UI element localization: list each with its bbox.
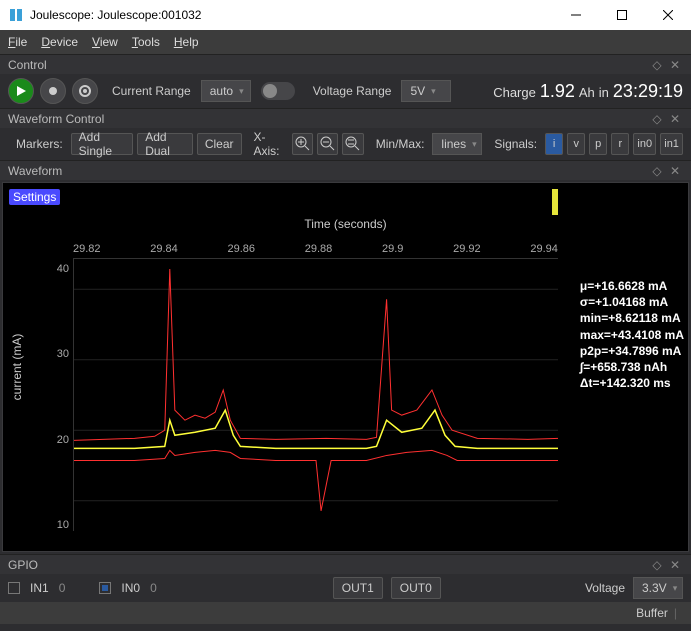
signal-in0-button[interactable]: in0 [633, 133, 656, 155]
menu-device[interactable]: Device [41, 35, 78, 49]
in1-label: IN1 [30, 581, 49, 595]
signal-p-button[interactable]: p [589, 133, 607, 155]
panel-title: GPIO [8, 558, 38, 572]
voltage-label: Voltage [585, 581, 625, 595]
menubar: File Device View Tools Help [0, 30, 691, 54]
buffer-label: Buffer [636, 606, 668, 620]
voltage-range-combo[interactable]: 5V▾ [401, 80, 451, 102]
y-axis-label: current (mA) [10, 334, 24, 401]
control-panel-header: Control ◇ ✕ [0, 54, 691, 74]
current-range-combo[interactable]: auto▾ [201, 80, 251, 102]
gpio-header: GPIO ◇ ✕ [0, 554, 691, 574]
signal-i-button[interactable]: i [545, 133, 563, 155]
in1-checkbox[interactable] [8, 582, 20, 594]
waveform-header: Waveform ◇ ✕ [0, 160, 691, 180]
minmax-combo[interactable]: lines▾ [432, 133, 482, 155]
chevron-down-icon: ▾ [239, 86, 244, 97]
window-title: Joulescope: Joulescope:001032 [30, 8, 201, 22]
waveform-control-row: Markers: Add Single Add Dual Clear X-Axi… [0, 128, 691, 160]
clear-button[interactable]: Clear [197, 133, 242, 155]
zoom-fit-button[interactable] [342, 133, 363, 155]
panel-close-icon[interactable]: ✕ [667, 112, 683, 126]
waveform-control-header: Waveform Control ◇ ✕ [0, 108, 691, 128]
record-button[interactable] [40, 78, 66, 104]
zoom-out-button[interactable] [317, 133, 338, 155]
in0-value: 0 [150, 581, 157, 595]
y-ticks: 40302010 [43, 263, 69, 531]
control-row: Current Range auto▾ Voltage Range 5V▾ Ch… [0, 74, 691, 108]
out1-button[interactable]: OUT1 [333, 577, 383, 599]
panel-title: Waveform Control [8, 112, 104, 126]
menu-file[interactable]: File [8, 35, 27, 49]
charge-display: Charge 1.92 Ah in 23:29:19 [493, 81, 683, 102]
signal-r-button[interactable]: r [611, 133, 629, 155]
play-button[interactable] [8, 78, 34, 104]
panel-undock-icon[interactable]: ◇ [649, 58, 665, 72]
chevron-down-icon: ▾ [431, 86, 436, 97]
plot-area[interactable] [73, 258, 558, 531]
markers-label: Markers: [16, 137, 63, 151]
chevron-down-icon: ▾ [673, 583, 678, 594]
settings-button[interactable]: Settings [9, 189, 60, 205]
panel-close-icon[interactable]: ✕ [667, 58, 683, 72]
gpio-row: IN1 0 IN0 0 OUT1 OUT0 Voltage 3.3V▾ [0, 574, 691, 602]
status-bar: Buffer | [0, 602, 691, 624]
signals-label: Signals: [494, 137, 537, 151]
panel-title: Waveform [8, 164, 62, 178]
titlebar: Joulescope: Joulescope:001032 [0, 0, 691, 30]
panel-undock-icon[interactable]: ◇ [649, 164, 665, 178]
app-logo-icon [8, 7, 24, 23]
out0-button[interactable]: OUT0 [391, 577, 441, 599]
separator: | [674, 606, 677, 620]
voltage-combo[interactable]: 3.3V▾ [633, 577, 683, 599]
panel-undock-icon[interactable]: ◇ [649, 558, 665, 572]
add-single-button[interactable]: Add Single [71, 133, 134, 155]
panel-close-icon[interactable]: ✕ [667, 164, 683, 178]
in0-checkbox[interactable] [99, 582, 111, 594]
signal-v-button[interactable]: v [567, 133, 585, 155]
cursor-marker[interactable] [552, 189, 558, 215]
enable-toggle[interactable] [261, 82, 295, 100]
menu-help[interactable]: Help [174, 35, 199, 49]
menu-tools[interactable]: Tools [132, 35, 160, 49]
panel-title: Control [8, 58, 47, 72]
panel-undock-icon[interactable]: ◇ [649, 112, 665, 126]
zoom-in-button[interactable] [292, 133, 313, 155]
close-button[interactable] [645, 0, 691, 30]
add-dual-button[interactable]: Add Dual [137, 133, 193, 155]
waveform-area[interactable]: Settings Time (seconds) current (mA) 29.… [2, 182, 689, 552]
maximize-button[interactable] [599, 0, 645, 30]
minimize-button[interactable] [553, 0, 599, 30]
chart-title: Time (seconds) [304, 217, 386, 231]
stats-overlay: μ=+16.6628 mA σ=+1.04168 mA min=+8.62118… [580, 278, 684, 391]
menu-view[interactable]: View [92, 35, 118, 49]
x-ticks: 29.8229.8429.8629.8829.929.9229.94 [73, 243, 558, 257]
xaxis-label: X-Axis: [254, 130, 284, 158]
signal-in1-button[interactable]: in1 [660, 133, 683, 155]
panel-close-icon[interactable]: ✕ [667, 558, 683, 572]
record-stats-button[interactable] [72, 78, 98, 104]
in0-label: IN0 [121, 581, 140, 595]
chevron-down-icon: ▾ [472, 139, 477, 150]
voltage-range-label: Voltage Range [313, 84, 392, 98]
current-range-label: Current Range [112, 84, 191, 98]
in1-value: 0 [59, 581, 66, 595]
minmax-label: Min/Max: [376, 137, 425, 151]
